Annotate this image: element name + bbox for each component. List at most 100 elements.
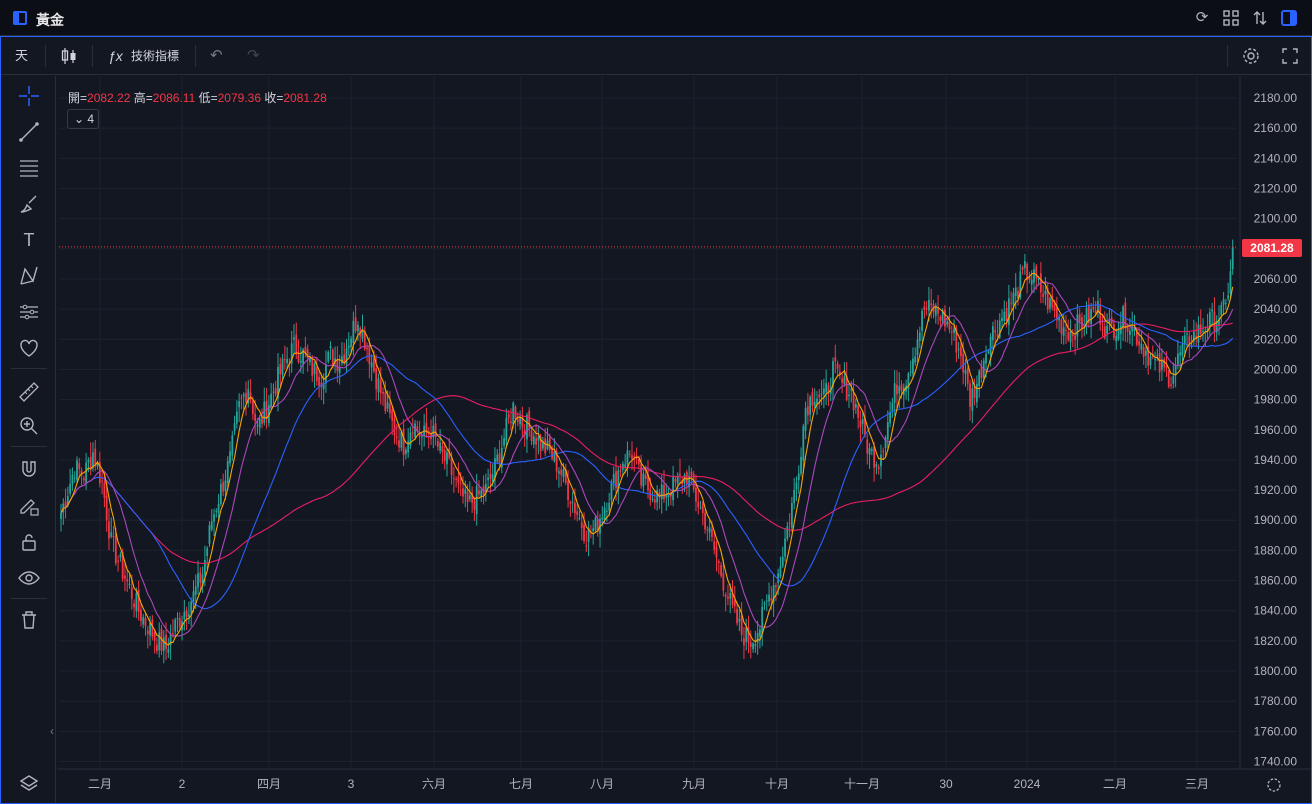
- candle-body: [1067, 331, 1070, 340]
- toolbar-divider: [11, 598, 47, 599]
- text-icon[interactable]: T: [17, 228, 41, 252]
- candle-body: [578, 518, 581, 520]
- candle-body: [299, 360, 302, 363]
- candle-body: [861, 418, 864, 425]
- candle-body: [745, 627, 748, 642]
- interval-button[interactable]: 天: [15, 45, 28, 67]
- lock-icon[interactable]: [17, 530, 41, 554]
- candle-body: [743, 638, 745, 646]
- redo-icon[interactable]: ↷: [247, 45, 260, 67]
- fx-icon[interactable]: ƒx: [108, 45, 123, 67]
- toolbar-divider: [11, 446, 47, 447]
- y-tick-label: 2020.00: [1254, 332, 1298, 346]
- candle-style-icon[interactable]: [59, 45, 79, 67]
- ruler-icon[interactable]: [17, 380, 41, 404]
- chevron-down-icon: ⌄: [74, 112, 85, 126]
- candle-body: [608, 502, 611, 511]
- layout-grid-icon[interactable]: [1222, 9, 1240, 27]
- candle-body: [172, 633, 174, 635]
- candle-body: [882, 451, 885, 453]
- candle-body: [1222, 299, 1225, 305]
- pattern-icon[interactable]: [17, 264, 41, 288]
- candle-body: [969, 383, 971, 407]
- candle-body: [1115, 335, 1118, 342]
- sort-arrows-icon[interactable]: [1251, 9, 1269, 27]
- candle-body: [393, 418, 396, 436]
- candle-body: [811, 392, 814, 406]
- toolbar-divider: [92, 45, 93, 67]
- candle-body: [633, 456, 636, 458]
- collapse-arrow-icon[interactable]: ‹: [50, 724, 54, 738]
- eye-icon[interactable]: [17, 566, 41, 590]
- candle-body: [916, 339, 919, 356]
- candle-body: [468, 495, 471, 500]
- candle-body: [610, 482, 613, 501]
- candle-body: [1165, 366, 1168, 369]
- indicator-toggle-button[interactable]: ⌄ 4: [67, 109, 99, 129]
- candle-body: [391, 409, 394, 421]
- candle-body: [73, 477, 76, 479]
- candle-body: [1062, 327, 1065, 337]
- candle-body: [137, 589, 140, 613]
- candle-body: [87, 459, 90, 463]
- panel-toggle-icon[interactable]: [1280, 9, 1298, 27]
- close-label: 收=: [264, 91, 284, 105]
- fib-icon[interactable]: [17, 156, 41, 180]
- candle-body: [489, 473, 492, 479]
- candle-body: [455, 478, 458, 480]
- candle-body: [889, 412, 892, 424]
- candle-body: [571, 501, 574, 503]
- candle-body: [210, 521, 213, 530]
- candle-body: [411, 432, 414, 434]
- heart-icon[interactable]: [17, 336, 41, 360]
- candle-body: [368, 346, 371, 364]
- candle-body: [996, 334, 999, 336]
- price-chart[interactable]: 2180.002160.002140.002120.002100.002080.…: [57, 76, 1311, 803]
- candle-body: [763, 603, 766, 605]
- candle-body: [950, 331, 953, 333]
- y-tick-label: 1800.00: [1254, 664, 1298, 678]
- candle-body: [462, 488, 464, 497]
- toolbar-divider: [195, 45, 196, 67]
- zoom-icon[interactable]: [17, 414, 41, 438]
- sidebar-toggle-icon[interactable]: [13, 11, 27, 25]
- plot-background: [57, 76, 1311, 803]
- candle-body: [389, 403, 391, 414]
- layers-icon[interactable]: [17, 772, 41, 796]
- undo-icon[interactable]: ↶: [210, 45, 223, 67]
- candle-body: [133, 603, 135, 608]
- indicators-button[interactable]: 技術指標: [131, 45, 179, 67]
- candle-body: [893, 383, 896, 403]
- candle-body: [626, 450, 629, 465]
- refresh-icon[interactable]: ⟳: [1193, 9, 1211, 27]
- candle-body: [918, 332, 921, 341]
- candle-body: [354, 317, 357, 332]
- candle-body: [701, 503, 704, 513]
- candle-body: [1010, 302, 1013, 304]
- settings-gear-icon[interactable]: [1241, 45, 1261, 67]
- y-tick-label: 1900.00: [1254, 513, 1298, 527]
- candle-body: [928, 299, 930, 311]
- candle-body: [238, 401, 241, 408]
- candle-body: [594, 518, 597, 531]
- lock-draw-icon[interactable]: [17, 494, 41, 518]
- candle-body: [224, 480, 227, 492]
- candle-body: [101, 480, 104, 482]
- candle-body: [953, 328, 955, 333]
- y-tick-label: 1860.00: [1254, 574, 1298, 588]
- trend-line-icon[interactable]: [17, 120, 41, 144]
- brush-icon[interactable]: [17, 192, 41, 216]
- candle-body: [793, 489, 796, 504]
- candle-body: [619, 470, 622, 472]
- candle-body: [685, 472, 688, 484]
- candle-body: [407, 441, 410, 453]
- candle-body: [478, 490, 480, 495]
- crosshair-icon[interactable]: [17, 84, 41, 108]
- forecast-icon[interactable]: [17, 300, 41, 324]
- trash-icon[interactable]: [17, 608, 41, 632]
- fullscreen-icon[interactable]: [1280, 45, 1300, 67]
- candle-body: [843, 376, 846, 384]
- magnet-icon[interactable]: [17, 458, 41, 482]
- candle-body: [60, 512, 62, 519]
- candle-body: [373, 358, 375, 372]
